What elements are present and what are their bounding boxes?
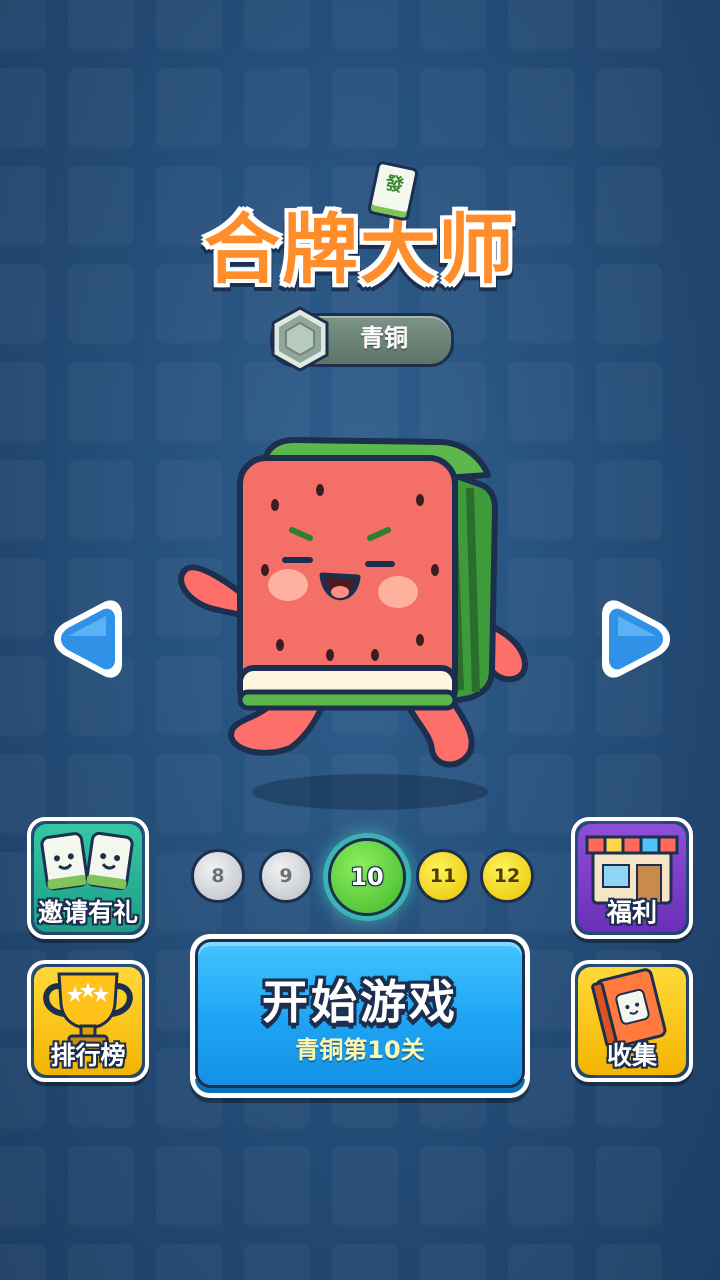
collection-button[interactable]: 收集 <box>571 960 693 1082</box>
background-tile <box>596 362 662 444</box>
background-tile <box>0 68 46 150</box>
background-tile <box>508 68 574 150</box>
background-tile <box>332 1244 398 1280</box>
background-tile <box>68 1146 134 1228</box>
welfare-button[interactable]: 福利 <box>571 817 693 939</box>
background-tile <box>244 1244 310 1280</box>
background-tile <box>156 1244 222 1280</box>
game-title: 合牌大师 <box>203 204 516 296</box>
background-tile <box>508 1146 574 1228</box>
background-tile <box>156 0 222 52</box>
collection-label: 收集 <box>606 1041 657 1070</box>
start-game-button[interactable]: 开始游戏 青铜第10关 <box>190 934 530 1098</box>
background-tile <box>596 460 662 542</box>
background-tile <box>68 68 134 150</box>
background-tile <box>68 460 134 542</box>
background-tile <box>0 166 46 248</box>
background-tile <box>244 1146 310 1228</box>
background-tile <box>596 264 662 346</box>
previous-character-button[interactable] <box>46 596 126 682</box>
background-tile <box>508 0 574 52</box>
background-tile <box>596 166 662 248</box>
background-tile <box>420 1146 486 1228</box>
invite-label: 邀请有礼 <box>37 898 138 927</box>
background-tile <box>420 1244 486 1280</box>
background-tile <box>0 0 46 52</box>
leaderboard-label: 排行榜 <box>50 1041 126 1070</box>
background-tile <box>68 264 134 346</box>
background-tile <box>68 1244 134 1280</box>
background-tile <box>0 1146 46 1228</box>
background-tile <box>156 68 222 150</box>
background-tile <box>596 1244 662 1280</box>
invite-button[interactable]: 邀请有礼 <box>27 817 149 939</box>
background-tile <box>244 68 310 150</box>
background-tile <box>596 1146 662 1228</box>
background-tile <box>68 166 134 248</box>
start-game-label: 开始游戏 <box>262 975 458 1029</box>
background-tile <box>596 0 662 52</box>
leaderboard-button[interactable]: 排行榜 <box>27 960 149 1082</box>
background-tile <box>332 0 398 52</box>
level-node[interactable]: 12 <box>480 849 534 903</box>
background-tile <box>0 656 46 738</box>
rank-label: 青铜 <box>360 324 408 352</box>
level-node[interactable]: 8 <box>191 849 245 903</box>
background-tile <box>332 68 398 150</box>
background-tile <box>508 1244 574 1280</box>
background-tile <box>68 0 134 52</box>
watermelon-mascot-icon <box>178 437 528 810</box>
background-tile <box>420 0 486 52</box>
bronze-hexagon-icon <box>271 306 329 372</box>
background-tile <box>332 1146 398 1228</box>
game-logo: 合牌大师 發 <box>160 160 560 300</box>
level-node-current[interactable]: 10 <box>328 838 406 916</box>
background-tile <box>156 1146 222 1228</box>
background-tile <box>0 264 46 346</box>
background-tile <box>244 0 310 52</box>
background-tile <box>420 68 486 150</box>
background-tile <box>0 1244 46 1280</box>
background-tile <box>0 362 46 444</box>
game-home-screen: 合牌大师 發 青铜 邀请有礼 福利 排行榜 收集 8 9 10 11 12 开始… <box>0 0 720 1280</box>
background-tile <box>0 558 46 640</box>
level-node[interactable]: 11 <box>416 849 470 903</box>
background-tile <box>0 460 46 542</box>
level-node[interactable]: 9 <box>259 849 313 903</box>
background-tile <box>68 362 134 444</box>
welfare-label: 福利 <box>606 898 657 927</box>
next-character-button[interactable] <box>598 596 678 682</box>
background-tile <box>596 68 662 150</box>
start-level-sublabel: 青铜第10关 <box>295 1036 425 1064</box>
